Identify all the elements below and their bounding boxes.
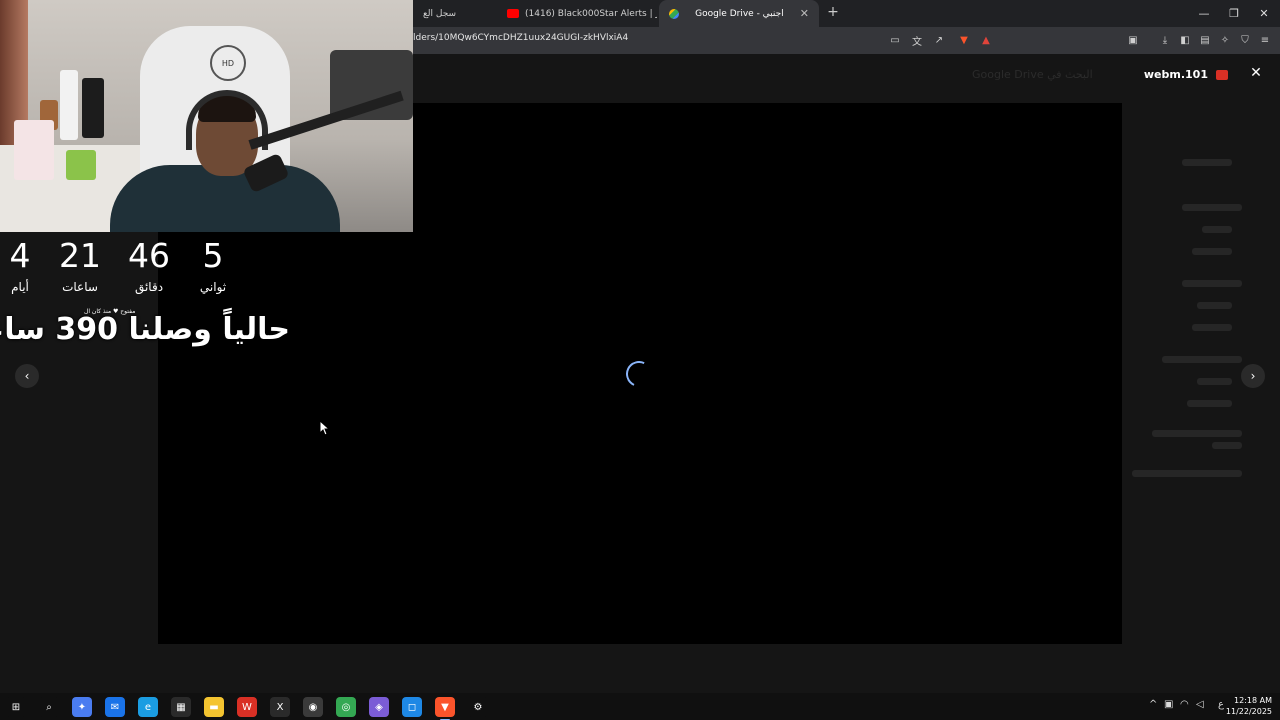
wifi-icon[interactable]: ◠ [1180,699,1189,710]
dim-line [1182,204,1242,211]
store-icon[interactable]: ▦ [171,697,191,717]
outlook-icon[interactable]: ✉ [105,697,125,717]
countdown-unit: ساعات [62,280,98,294]
loading-spinner [622,357,656,391]
countdown-seconds: 5 ثواني [183,236,243,294]
tab-title: (1416) Black000Star Alerts | بلاك ستار [525,8,657,19]
minimize-button[interactable]: — [1188,0,1220,27]
sidebar-icon[interactable]: ◧ [1177,32,1193,48]
copilot-icon[interactable]: ✦ [72,697,92,717]
windows-taskbar: ⊞ ⌕ ✦ ✉ e ▦ ▬ W X ◉ ◎ ◈ ◻ ▼ ⚙ ^ ▣ ◠ ◁ ع 12:18 AM 11/22… [0,693,1280,720]
brave-icon[interactable]: ▼ [435,697,455,720]
wps-icon[interactable]: W [237,697,257,717]
supplement-jar [60,70,78,140]
drive-search-placeholder: Google Drive البحث في [972,68,1093,81]
tab-search-icon[interactable]: ▣ [1125,32,1141,48]
dim-line [1202,226,1232,233]
dim-line [1197,378,1232,385]
share-icon[interactable]: ↗ [931,32,947,48]
screen: سجل الع (1416) Black000Star Alerts | بلا… [0,0,1280,720]
new-tab-button[interactable]: + [826,4,840,20]
tab-title: Google Drive - اجنبي [695,8,784,19]
chrome-icon[interactable]: ◎ [336,697,356,717]
countdown-unit: ثواني [199,280,227,294]
vpn-icon[interactable]: ⛉ [1237,32,1253,48]
address-bar[interactable]: lders/10MQw6CYmcDHZ1uux24GUGI-zkHVlxiA4 [413,33,628,43]
countdown-minutes: 46 دقائق [119,236,179,294]
chair-logo: HD [210,45,246,81]
dim-line [1192,324,1232,331]
search-icon[interactable]: ⌕ [39,697,59,717]
download-icon[interactable]: ⤓ [1157,32,1173,48]
dimmed-drive-sidebar [1122,104,1280,704]
wallet-icon[interactable]: ▤ [1197,32,1213,48]
food-item [14,120,54,180]
dim-line [1132,470,1242,477]
leo-ai-icon[interactable]: ✧ [1217,32,1233,48]
dim-line [1212,442,1242,449]
tray-overflow-icon[interactable]: ^ [1149,699,1157,710]
brave-shields-icon[interactable]: ▼ [956,32,972,48]
volume-icon[interactable]: ◁ [1196,699,1204,710]
countdown-hours: 21 ساعات [50,236,110,294]
dim-line [1197,302,1232,309]
webcam-overlay: HD [0,0,413,232]
file-name: webm.101 [1143,68,1208,81]
countdown-value: 46 [128,236,170,275]
countdown-value: 21 [59,236,101,275]
translate-icon[interactable]: 文 [909,32,925,48]
food-item [66,150,96,180]
next-file-button[interactable]: › [1241,364,1265,388]
clock-time: 12:18 AM [1234,696,1272,705]
google-drive-icon [669,8,679,19]
restore-button[interactable]: ❐ [1218,0,1250,27]
dim-line [1162,356,1242,363]
close-window-button[interactable]: ✕ [1248,0,1280,27]
tab-alerts[interactable]: (1416) Black000Star Alerts | بلاك ستار [497,0,657,27]
app-purple-icon[interactable]: ◈ [369,697,389,717]
clock-date: 11/22/2025 [1225,707,1272,716]
dim-line [1182,159,1232,166]
app-blue-icon[interactable]: ◻ [402,697,422,717]
dim-line [1152,430,1242,437]
tab-history[interactable]: سجل الع [413,0,495,27]
mouse-cursor-icon [319,419,331,440]
youtube-icon [507,9,519,18]
video-file-icon [1216,69,1228,80]
files-icon[interactable]: ▬ [204,697,224,717]
start-icon[interactable]: ⊞ [6,697,26,717]
countdown-days: 4 أيام [0,236,50,294]
system-clock[interactable]: 12:18 AM 11/22/2025 [1226,695,1272,717]
stream-hours-banner: حالياً وصلنا 390 ساعه [0,312,290,347]
dim-line [1192,248,1232,255]
network-icon[interactable]: ▣ [1164,699,1173,710]
language-indicator[interactable]: ع [1218,699,1224,710]
settings-icon[interactable]: ⚙ [468,697,488,717]
edge-icon[interactable]: e [138,697,158,717]
supplement-jar [82,78,104,138]
cast-icon[interactable]: ▭ [887,32,903,48]
close-tab-icon[interactable]: ✕ [800,7,809,20]
excel-icon[interactable]: X [270,697,290,717]
dim-line [1187,400,1232,407]
obs-icon[interactable]: ◉ [303,697,323,717]
menu-icon[interactable]: ≡ [1257,32,1273,48]
tab-title: سجل الع [423,8,457,19]
file-title: webm.101 [1144,68,1228,81]
close-viewer-button[interactable]: ✕ [1248,65,1264,81]
countdown-value: 5 [202,236,224,275]
countdown-unit: أيام [11,280,29,294]
countdown-value: 4 [9,236,31,275]
tab-google-drive[interactable]: Google Drive - اجنبي ✕ [659,0,819,27]
brave-rewards-icon[interactable]: ▲ [978,32,994,48]
dim-line [1182,280,1242,287]
countdown-unit: دقائق [134,280,164,294]
previous-file-button[interactable]: ‹ [15,364,39,388]
